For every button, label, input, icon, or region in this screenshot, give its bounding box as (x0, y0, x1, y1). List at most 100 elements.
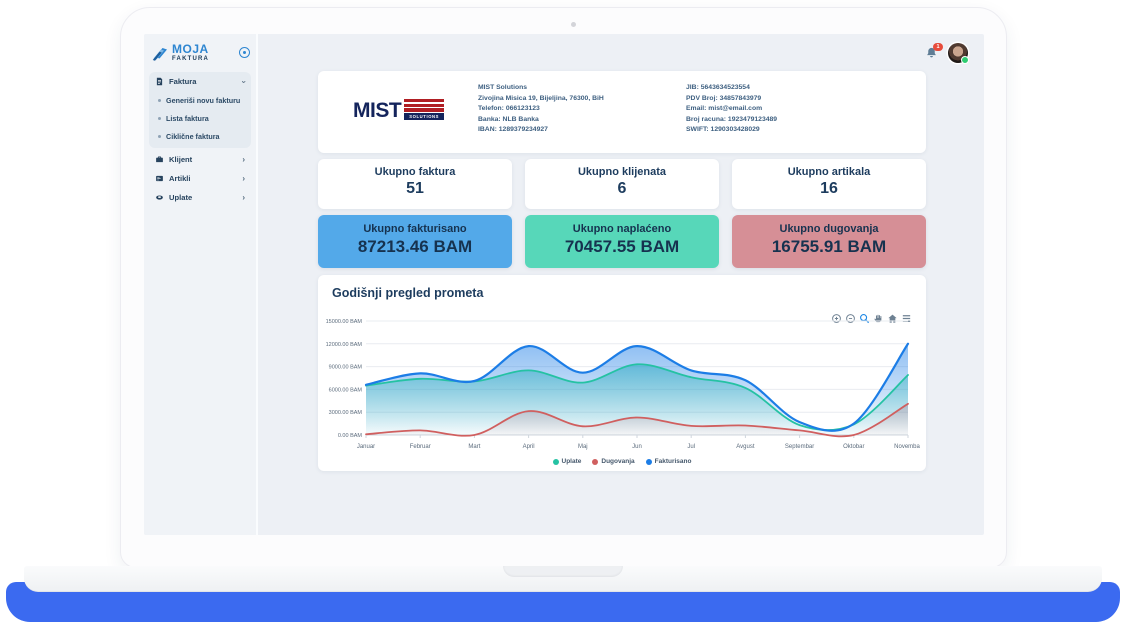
sidebar-subitem[interactable]: Ciklične faktura (149, 127, 251, 145)
laptop-base (24, 566, 1102, 592)
stat-value: 6 (525, 180, 719, 198)
sidebar-item-faktura[interactable]: Faktura › (149, 72, 251, 91)
logo-row: MOJA FAKTURA (144, 34, 256, 70)
sidebar-subitem-label: Lista faktura (166, 114, 209, 123)
chevron-right-icon: › (242, 194, 245, 202)
sidebar-subitem-label: Generiši novu fakturu (166, 96, 240, 105)
chevron-down-icon: › (240, 80, 248, 83)
sidebar-subitem-label: Ciklične faktura (166, 132, 220, 141)
total-card-naplaceno: Ukupno naplaćeno 70457.55 BAM (525, 215, 719, 268)
company-info-line: Zivojina Misica 19, Bijeljina, 76300, Bi… (478, 94, 604, 105)
legend-dot-icon (553, 459, 559, 465)
user-avatar[interactable] (948, 43, 968, 63)
svg-text:15000.00 BAM: 15000.00 BAM (326, 319, 363, 325)
logo-subtitle: FAKTURA (172, 56, 239, 62)
company-info-line: Telefon: 066123123 (478, 104, 604, 115)
stat-value: 16 (732, 180, 926, 198)
total-label: Ukupno dugovanja (732, 223, 926, 235)
legend-dot-icon (646, 459, 652, 465)
chart-legend: Uplate Dugovanja Fakturisano (318, 458, 926, 465)
legend-dot-icon (592, 459, 598, 465)
sidebar-item-label: Artikli (169, 174, 237, 183)
company-info-line: JIB: 5643634523554 (686, 83, 777, 94)
legend-item-dugovanja[interactable]: Dugovanja (592, 458, 634, 465)
total-card-dugovanja: Ukupno dugovanja 16755.91 BAM (732, 215, 926, 268)
company-info-right: JIB: 5643634523554PDV Broj: 34857843979E… (686, 83, 777, 136)
sidebar-item-artikli[interactable]: Artikli › (149, 169, 251, 188)
chart-plot-area[interactable]: 0.00 BAM3000.00 BAM6000.00 BAM9000.00 BA… (324, 315, 920, 453)
company-info-line: PDV Broj: 34857843979 (686, 94, 777, 105)
stat-value: 51 (318, 180, 512, 198)
company-logo-stripes: SOLUTIONS (404, 99, 444, 120)
submenu-faktura: Generiši novu fakturu Lista faktura Ciklič… (149, 91, 251, 145)
company-info-line: Email: mist@email.com (686, 104, 777, 115)
main-content: 1 MIST SOLUTIONS MIST SolutionsZivojina … (258, 34, 984, 535)
svg-text:12000.00 BAM: 12000.00 BAM (326, 342, 363, 348)
sidebar-item-label: Uplate (169, 193, 237, 202)
svg-text:Oktobar: Oktobar (843, 444, 864, 450)
payments-icon (155, 193, 164, 202)
legend-label: Fakturisano (655, 458, 692, 465)
sidebar-item-label: Klijent (169, 155, 237, 164)
stat-card-artikli: Ukupno artikala 16 (732, 159, 926, 209)
webcam-dot (571, 22, 576, 27)
app-logo-icon (152, 45, 170, 61)
chart-card: Godišnji pregled prometa 0.00 BAM3000.00… (318, 275, 926, 471)
stat-label: Ukupno klijenata (525, 166, 719, 178)
notification-bell-icon[interactable]: 1 (924, 46, 939, 61)
bullet-dot-icon (158, 99, 161, 102)
laptop-mockup: MOJA FAKTURA Faktura › (0, 0, 1126, 630)
sidebar-subitem[interactable]: Generiši novu fakturu (149, 91, 251, 109)
laptop-screen: MOJA FAKTURA Faktura › (120, 7, 1007, 568)
bullet-dot-icon (158, 117, 161, 120)
company-info-line: IBAN: 1289379234927 (478, 125, 604, 136)
svg-text:Avgust: Avgust (736, 444, 755, 450)
svg-text:Septembar: Septembar (785, 444, 814, 450)
total-value: 70457.55 BAM (525, 237, 719, 257)
total-label: Ukupno naplaćeno (525, 223, 719, 235)
sidebar-item-uplate[interactable]: Uplate › (149, 188, 251, 207)
legend-label: Uplate (562, 458, 582, 465)
svg-text:Maj: Maj (578, 444, 588, 450)
stat-label: Ukupno faktura (318, 166, 512, 178)
company-info-left: MIST SolutionsZivojina Misica 19, Bijelj… (478, 83, 604, 136)
menu-group-faktura: Faktura › Generiši novu fakturu Lista fak… (149, 72, 251, 148)
company-logo-subtext: SOLUTIONS (404, 113, 444, 120)
svg-text:Novembar: Novembar (894, 444, 920, 450)
svg-text:6000.00 BAM: 6000.00 BAM (329, 387, 363, 393)
sidebar: MOJA FAKTURA Faktura › (144, 34, 258, 535)
notification-badge: 1 (933, 43, 943, 51)
briefcase-icon (155, 155, 164, 164)
total-value: 16755.91 BAM (732, 237, 926, 257)
chevron-right-icon: › (242, 175, 245, 183)
svg-text:April: April (523, 444, 535, 450)
company-info-line: MIST Solutions (478, 83, 604, 94)
svg-text:9000.00 BAM: 9000.00 BAM (329, 365, 363, 371)
legend-item-fakturisano[interactable]: Fakturisano (646, 458, 692, 465)
company-info-line: Banka: NLB Banka (478, 115, 604, 126)
app-logo-text: MOJA FAKTURA (172, 43, 239, 62)
stat-card-fakture: Ukupno faktura 51 (318, 159, 512, 209)
company-info-line: SWIFT: 1290303428029 (686, 125, 777, 136)
total-label: Ukupno fakturisano (318, 223, 512, 235)
company-logo: MIST SOLUTIONS (353, 99, 444, 120)
app-window: MOJA FAKTURA Faktura › (144, 34, 984, 535)
online-status-dot (961, 56, 969, 64)
svg-text:Jul: Jul (687, 444, 695, 450)
sidebar-item-klijent[interactable]: Klijent › (149, 150, 251, 169)
legend-item-uplate[interactable]: Uplate (553, 458, 582, 465)
legend-label: Dugovanja (601, 458, 634, 465)
sidebar-toggle-icon[interactable] (239, 47, 250, 58)
topbar: 1 (924, 43, 968, 63)
bullet-dot-icon (158, 135, 161, 138)
company-info-line: Broj racuna: 1923479123489 (686, 115, 777, 126)
company-info-card: MIST SOLUTIONS MIST SolutionsZivojina Mi… (318, 71, 926, 153)
total-value: 87213.46 BAM (318, 237, 512, 257)
svg-text:Februar: Februar (410, 444, 431, 450)
svg-text:0.00 BAM: 0.00 BAM (338, 433, 363, 439)
logo-title: MOJA (172, 43, 239, 55)
chart-title: Godišnji pregled prometa (332, 286, 483, 300)
sidebar-subitem[interactable]: Lista faktura (149, 109, 251, 127)
sidebar-item-label: Faktura (169, 77, 237, 86)
chevron-right-icon: › (242, 156, 245, 164)
